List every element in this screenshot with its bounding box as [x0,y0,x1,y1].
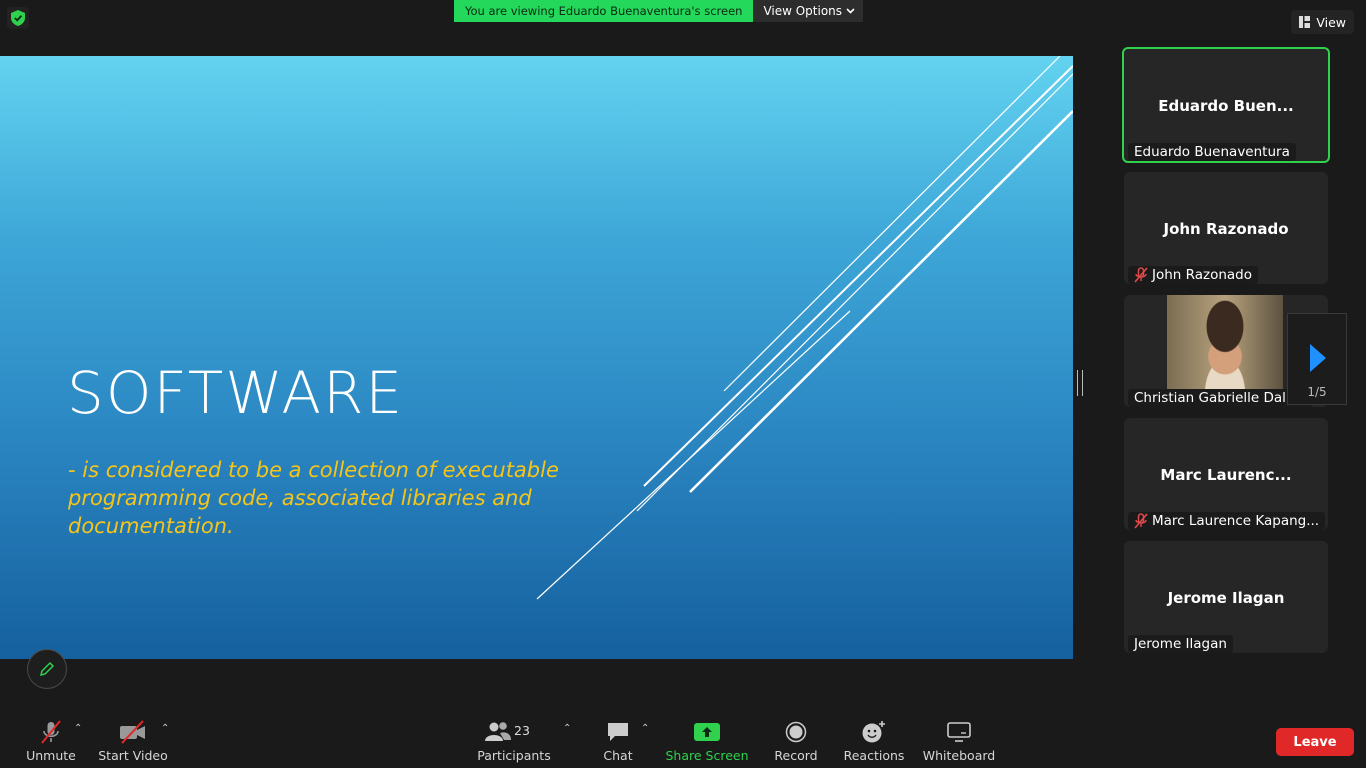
mic-muted-icon [1134,267,1148,283]
page-indicator: 1/5 [1307,385,1327,399]
panel-resize-handle[interactable] [1077,370,1083,396]
meeting-toolbar: Unmute ⌃ Start Video ⌃ 23 Participants ⌃… [0,715,1366,768]
participants-icon [485,722,511,741]
video-off-icon [120,720,145,744]
share-screen-button[interactable]: Share Screen [665,720,749,766]
participant-name: John Razonado [1152,267,1253,283]
view-options-label: View Options [763,4,843,18]
share-screen-icon [694,723,720,741]
whiteboard-icon [947,722,971,742]
annotate-pencil-button[interactable] [27,649,67,689]
mic-muted-icon [1134,513,1148,529]
participant-name: Eduardo Buenaventura [1134,144,1290,160]
slide-body-text: - is considered to be a collection of ex… [68,458,559,538]
audio-options-caret[interactable]: ⌃ [74,723,82,734]
slide-title: SOFTWARE [67,359,405,427]
participant-name: Christian Gabrielle Dalida [1134,390,1307,406]
participant-display-name: John Razonado [1163,220,1289,238]
reactions-smiley-icon [862,721,885,743]
reactions-button[interactable]: Reactions [843,720,905,766]
record-label: Record [774,748,818,763]
unmute-label: Unmute [26,748,76,763]
participant-name-tag: Christian Gabrielle Dalida [1128,389,1313,407]
whiteboard-button[interactable]: Whiteboard [922,720,996,766]
chat-button[interactable]: Chat [600,720,636,766]
video-options-caret[interactable]: ⌃ [161,723,169,734]
next-page-button[interactable]: 1/5 [1287,313,1347,405]
participant-display-name: Eduardo Buen... [1158,97,1294,115]
view-button[interactable]: View [1291,10,1354,34]
leave-button[interactable]: Leave [1276,728,1354,756]
participant-name-tag: John Razonado [1128,266,1259,284]
participant-name: Jerome Ilagan [1134,636,1227,652]
chevron-down-icon [846,8,855,14]
participants-button[interactable]: 23 Participants [477,720,551,766]
participants-options-caret[interactable]: ⌃ [563,723,571,734]
unmute-button[interactable]: Unmute [26,720,76,766]
share-screen-label: Share Screen [665,748,749,763]
security-shield-icon[interactable] [7,7,29,29]
participant-tile[interactable]: John Razonado John Razonado [1124,172,1328,284]
participant-tile[interactable]: Marc Laurenc... Marc Laurence Kapang... [1124,418,1328,530]
record-button[interactable]: Record [773,720,819,766]
chat-options-caret[interactable]: ⌃ [641,723,649,734]
chat-label: Chat [603,748,633,763]
participant-tile[interactable]: Eduardo Buen... Eduardo Buenaventura [1122,47,1330,163]
view-options-button[interactable]: View Options [753,0,864,22]
view-button-label: View [1316,14,1346,30]
record-icon [785,721,807,743]
start-video-label: Start Video [98,748,168,763]
view-layout-icon [1299,16,1311,28]
whiteboard-label: Whiteboard [922,748,996,763]
participant-tile[interactable]: Jerome Ilagan Jerome Ilagan [1124,541,1328,653]
pencil-icon [39,661,55,677]
participant-display-name: Jerome Ilagan [1167,589,1285,607]
viewing-screen-text: You are viewing Eduardo Buenaventura's s… [454,0,754,22]
mic-muted-icon [41,720,61,744]
participant-name-tag: Eduardo Buenaventura [1128,143,1296,161]
participant-name-tag: Jerome Ilagan [1128,635,1233,653]
reactions-label: Reactions [843,748,905,763]
shared-screen-slide: SOFTWARE - is considered to be a collect… [0,56,1073,659]
start-video-button[interactable]: Start Video [98,720,168,766]
participants-label: Participants [477,748,551,763]
play-right-icon [1310,344,1326,372]
decorative-lines [536,56,1073,600]
participant-count: 23 [514,723,530,738]
participant-name-tag: Marc Laurence Kapang... [1128,512,1326,530]
participant-display-name: Marc Laurenc... [1160,466,1292,484]
chat-bubble-icon [608,723,628,741]
screen-share-banner: You are viewing Eduardo Buenaventura's s… [454,0,864,22]
participant-name: Marc Laurence Kapang... [1152,513,1320,529]
